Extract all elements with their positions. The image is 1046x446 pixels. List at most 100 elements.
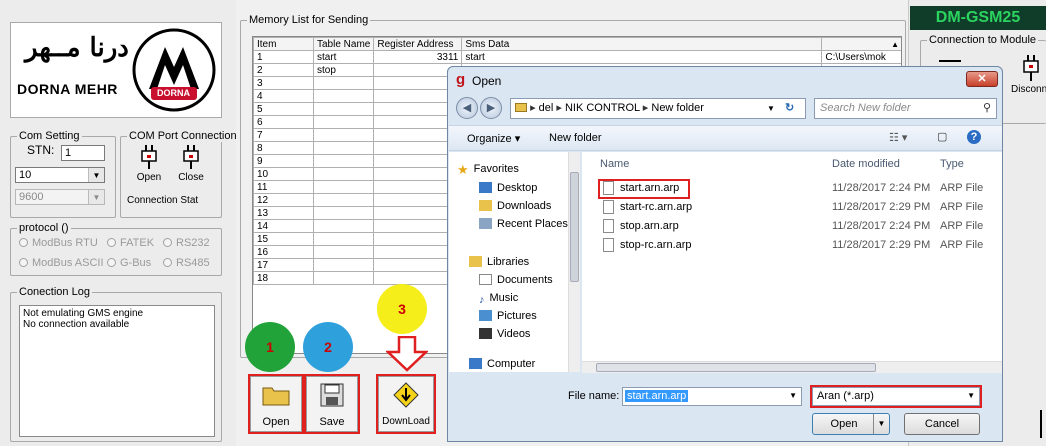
navigation-pane: ★ Favorites Desktop Downloads Recent Plac… xyxy=(449,152,579,372)
file-row[interactable]: start-rc.arn.arp 11/28/2017 2:29 PM ARP Fi… xyxy=(598,199,998,217)
table-cell-table[interactable] xyxy=(312,206,375,220)
search-input[interactable]: Search New folder ⚲ xyxy=(814,98,997,119)
table-cell-sms[interactable]: start xyxy=(461,50,823,64)
breadcrumb-nik-control[interactable]: NIK CONTROL xyxy=(565,102,640,114)
protocol-option-rs232[interactable]: RS232 xyxy=(163,237,210,249)
close-window-button[interactable]: ✕ xyxy=(966,71,998,87)
table-cell-item[interactable]: 15 xyxy=(253,232,314,246)
split-dropdown-icon[interactable]: ▼ xyxy=(873,414,889,434)
table-cell-table[interactable] xyxy=(312,219,375,233)
file-type: ARP File xyxy=(940,182,984,194)
table-cell-table[interactable] xyxy=(312,180,375,194)
nav-recent-places[interactable]: Recent Places xyxy=(479,218,568,230)
disconnect-button[interactable]: Disconne xyxy=(1011,55,1046,101)
table-cell-table[interactable]: start xyxy=(312,50,375,64)
table-cell-item[interactable]: 7 xyxy=(253,128,314,142)
view-options-icon[interactable]: ☷ ▾ xyxy=(889,131,907,144)
table-cell-path[interactable]: C:\Users\mok xyxy=(821,50,901,64)
table-cell-table[interactable] xyxy=(312,271,375,285)
table-cell-table[interactable] xyxy=(312,258,375,272)
table-cell-item[interactable]: 1 xyxy=(253,50,314,64)
scroll-thumb[interactable] xyxy=(596,363,876,372)
nav-scrollbar[interactable] xyxy=(568,152,580,372)
table-cell-table[interactable] xyxy=(312,245,375,259)
file-row[interactable]: stop.arn.arp 11/28/2017 2:24 PM ARP File xyxy=(598,218,998,236)
scroll-thumb[interactable] xyxy=(570,172,579,282)
table-cell-reg[interactable]: 3311 xyxy=(373,50,463,64)
nav-libraries[interactable]: Libraries xyxy=(469,256,529,268)
table-cell-table[interactable] xyxy=(312,232,375,246)
table-cell-item[interactable]: 4 xyxy=(253,89,314,103)
nav-computer[interactable]: Computer xyxy=(469,358,535,370)
com-port-select[interactable]: 10 ▼ xyxy=(15,167,105,183)
table-cell-item[interactable]: 16 xyxy=(253,245,314,259)
back-button[interactable]: ◀ xyxy=(456,97,478,119)
table-cell-item[interactable]: 11 xyxy=(253,180,314,194)
table-cell-table[interactable] xyxy=(312,102,375,116)
address-dropdown-icon[interactable]: ▼ xyxy=(767,99,775,118)
table-cell-table[interactable] xyxy=(312,154,375,168)
nav-desktop[interactable]: Desktop xyxy=(479,182,537,194)
table-cell-item[interactable]: 18 xyxy=(253,271,314,285)
connection-log-textarea[interactable]: Not emulating GMS engine No connection a… xyxy=(19,305,215,437)
table-cell-item[interactable]: 2 xyxy=(253,63,314,77)
table-cell-item[interactable]: 10 xyxy=(253,167,314,181)
table-cell-item[interactable]: 14 xyxy=(253,219,314,233)
table-cell-item[interactable]: 13 xyxy=(253,206,314,220)
filename-input[interactable]: start.arn.arp ▼ xyxy=(622,387,802,406)
nav-pictures[interactable]: Pictures xyxy=(479,310,537,322)
column-header-item[interactable]: Item xyxy=(253,37,314,51)
table-cell-item[interactable]: 5 xyxy=(253,102,314,116)
port-close-button[interactable]: Close xyxy=(173,145,209,187)
protocol-option-gbus[interactable]: G-Bus xyxy=(107,257,151,269)
dialog-cancel-button[interactable]: Cancel xyxy=(904,413,980,435)
table-cell-table[interactable] xyxy=(312,141,375,155)
table-cell-table[interactable] xyxy=(312,128,375,142)
table-cell-table[interactable]: stop xyxy=(312,63,375,77)
column-header-name[interactable]: Name xyxy=(600,158,629,170)
table-cell-item[interactable]: 6 xyxy=(253,115,314,129)
table-row[interactable]: 1 start 3311 start C:\Users\mok xyxy=(253,50,901,64)
nav-downloads[interactable]: Downloads xyxy=(479,200,551,212)
table-cell-item[interactable]: 17 xyxy=(253,258,314,272)
forward-button[interactable]: ▶ xyxy=(480,97,502,119)
protocol-option-fatek[interactable]: FATEK xyxy=(107,237,154,249)
table-cell-table[interactable] xyxy=(312,76,375,90)
address-bar[interactable]: ▸ del ▸ NIK CONTROL ▸ New folder ▼ ↻ xyxy=(510,98,806,119)
column-header-register-address[interactable]: Register Address xyxy=(373,37,463,51)
column-header-path[interactable]: ▲ xyxy=(821,37,901,51)
column-header-type[interactable]: Type xyxy=(940,158,964,170)
organize-menu[interactable]: Organize ▾ xyxy=(467,132,520,145)
table-cell-table[interactable] xyxy=(312,89,375,103)
baud-rate-select[interactable]: 9600 ▼ xyxy=(15,189,105,205)
new-folder-button[interactable]: New folder xyxy=(549,132,602,144)
protocol-option-modbus-ascii[interactable]: ModBus ASCII xyxy=(19,257,104,269)
table-cell-table[interactable] xyxy=(312,193,375,207)
nav-videos[interactable]: Videos xyxy=(479,328,530,340)
breadcrumb-new-folder[interactable]: New folder xyxy=(651,102,704,114)
protocol-option-rs485[interactable]: RS485 xyxy=(163,257,210,269)
column-header-date-modified[interactable]: Date modified xyxy=(832,158,900,170)
preview-pane-icon[interactable]: ▢ xyxy=(937,130,947,143)
column-header-sms-data[interactable]: Sms Data xyxy=(461,37,823,51)
port-open-button[interactable]: Open xyxy=(131,145,167,187)
column-header-table-name[interactable]: Table Name xyxy=(312,37,375,51)
file-row[interactable]: stop-rc.arn.arp 11/28/2017 2:29 PM ARP Fil… xyxy=(598,237,998,255)
help-icon[interactable]: ? xyxy=(967,130,981,144)
table-cell-table[interactable] xyxy=(312,115,375,129)
table-cell-item[interactable]: 9 xyxy=(253,154,314,168)
breadcrumb-del[interactable]: del xyxy=(539,102,554,114)
dialog-open-button[interactable]: Open ▼ xyxy=(812,413,890,435)
table-cell-item[interactable]: 3 xyxy=(253,76,314,90)
table-cell-item[interactable]: 12 xyxy=(253,193,314,207)
protocol-option-modbus-rtu[interactable]: ModBus RTU xyxy=(19,237,98,249)
stn-input[interactable]: 1 xyxy=(61,145,105,161)
nav-documents[interactable]: Documents xyxy=(479,274,553,286)
refresh-icon[interactable]: ↻ xyxy=(785,99,794,118)
horizontal-scrollbar[interactable] xyxy=(582,361,1002,373)
table-cell-table[interactable] xyxy=(312,167,375,181)
nav-favorites[interactable]: ★ Favorites xyxy=(457,162,519,177)
nav-music[interactable]: ♪ Music xyxy=(479,292,518,306)
chevron-down-icon[interactable]: ▼ xyxy=(789,391,797,400)
table-cell-item[interactable]: 8 xyxy=(253,141,314,155)
